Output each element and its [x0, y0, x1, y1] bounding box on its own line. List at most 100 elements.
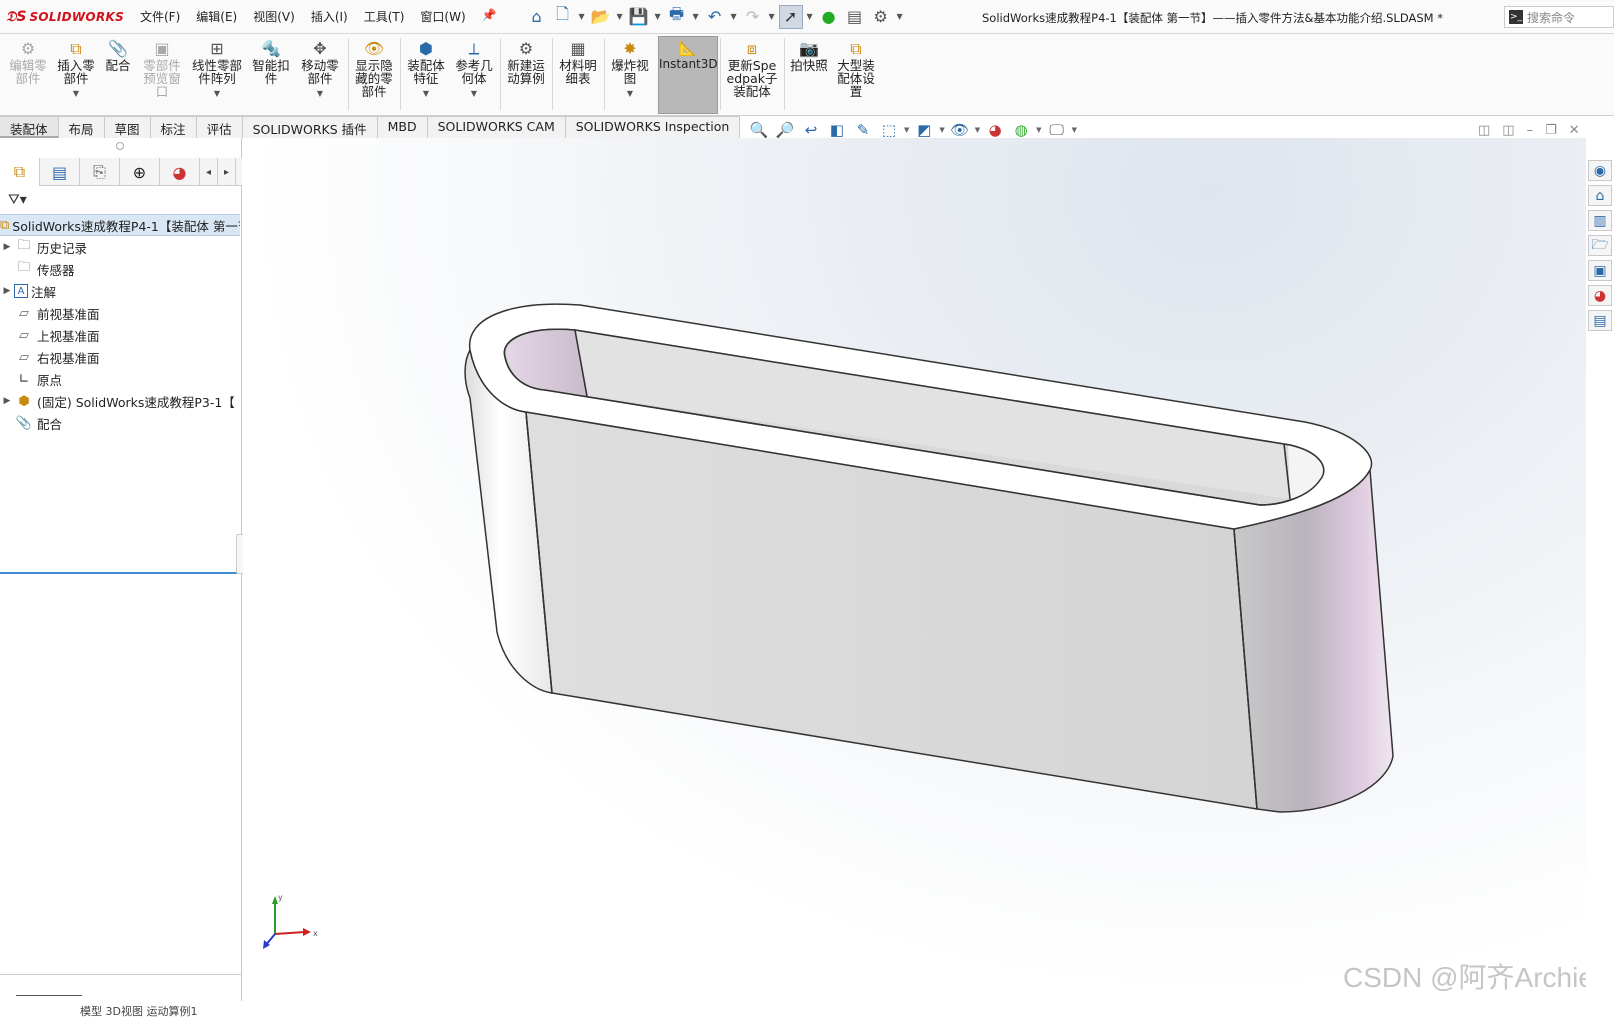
redo-dropdown[interactable]: ▼: [767, 12, 777, 21]
display-manager-tab-icon[interactable]: ◕: [160, 158, 200, 186]
select-dropdown[interactable]: ▼: [805, 12, 815, 21]
expand-arrow-icon[interactable]: ▶: [0, 242, 14, 252]
menu-tools[interactable]: 工具(T): [356, 8, 413, 25]
scene-dropdown[interactable]: ▼: [1036, 126, 1041, 134]
view-orientation-icon[interactable]: ⬚: [878, 120, 900, 140]
custom-properties-icon[interactable]: ▤: [1588, 310, 1612, 331]
save-icon[interactable]: 💾: [627, 5, 651, 29]
display-style-dropdown[interactable]: ▼: [939, 126, 944, 134]
tab-sketch[interactable]: 草图: [104, 116, 151, 138]
view-palette-icon[interactable]: ▣: [1588, 260, 1612, 281]
expand-arrow-icon[interactable]: ▶: [0, 396, 14, 406]
tab-evaluate[interactable]: 评估: [196, 116, 243, 138]
property-manager-tab-icon[interactable]: ▤: [40, 158, 80, 186]
linear-pattern-button[interactable]: ⊞ 线性零部件阵列 ▼: [190, 38, 244, 100]
redo-icon[interactable]: ↷: [741, 5, 765, 29]
component-preview-button[interactable]: ▣ 零部件预览窗口: [140, 38, 184, 98]
linear-pattern-dropdown[interactable]: ▼: [190, 87, 244, 100]
mate-button[interactable]: 📎 配合: [102, 38, 134, 72]
large-assembly-settings-button[interactable]: ⧉ 大型装配体设置: [834, 38, 878, 98]
print-icon[interactable]: 🖶: [665, 4, 689, 29]
view-settings-monitor-icon[interactable]: 🖵: [1046, 120, 1068, 140]
tree-item-front-plane[interactable]: ▱ 前视基准面: [0, 302, 240, 324]
rebuild-traffic-light-icon[interactable]: ●: [817, 5, 841, 29]
tree-item-top-plane[interactable]: ▱ 上视基准面: [0, 324, 240, 346]
hide-show-items-icon[interactable]: 👁: [949, 120, 971, 140]
hide-show-dropdown[interactable]: ▼: [975, 126, 980, 134]
undo-dropdown[interactable]: ▼: [729, 12, 739, 21]
instant3d-button[interactable]: 📐 Instant3D: [658, 36, 718, 114]
close-icon[interactable]: ✕: [1569, 123, 1580, 138]
edit-component-button[interactable]: ⚙ 编辑零部件: [6, 38, 50, 85]
tab-mbd[interactable]: MBD: [377, 116, 428, 138]
tree-item-annotations[interactable]: ▶ A 注解: [0, 280, 240, 302]
move-component-dropdown[interactable]: ▼: [298, 87, 342, 100]
configuration-manager-tab-icon[interactable]: ⎘: [80, 158, 120, 186]
menu-view[interactable]: 视图(V): [245, 8, 303, 25]
feature-manager-tab-icon[interactable]: ⧉: [0, 158, 40, 186]
menu-window[interactable]: 窗口(W): [412, 8, 473, 25]
new-document-icon[interactable]: 🗋: [551, 4, 575, 29]
select-cursor-icon[interactable]: ➚: [778, 4, 803, 29]
dimxpert-manager-tab-icon[interactable]: ⊕: [120, 158, 160, 186]
tree-root-assembly[interactable]: ⧉ SolidWorks速成教程P4-1【装配体 第一节】: [0, 214, 240, 236]
tree-item-right-plane[interactable]: ▱ 右视基准面: [0, 346, 240, 368]
home-icon[interactable]: ⌂: [525, 5, 549, 29]
tab-layout[interactable]: 布局: [58, 116, 105, 138]
file-explorer-icon[interactable]: 🗁: [1588, 235, 1612, 256]
tabs-scroll-right-icon[interactable]: ▸: [218, 158, 236, 186]
tab-assembly[interactable]: 装配体: [0, 116, 59, 138]
tab-markup[interactable]: 标注: [150, 116, 197, 138]
reference-geometry-button[interactable]: ⟂ 参考几何体 ▼: [452, 38, 496, 100]
graphics-area[interactable]: y x CSDN @阿齐Archie: [243, 138, 1586, 1001]
update-speedpak-button[interactable]: ⧈ 更新Speedpak子装配体: [724, 38, 780, 98]
edit-appearance-icon[interactable]: ◕: [984, 120, 1006, 140]
solidworks-resources-icon[interactable]: ◉: [1588, 160, 1612, 181]
tree-rollback-bar[interactable]: [0, 572, 240, 574]
expand-arrow-icon[interactable]: ▶: [0, 286, 14, 296]
appearances-icon[interactable]: ◕: [1588, 285, 1612, 306]
collapse-left-icon[interactable]: ◫: [1478, 123, 1490, 138]
bottom-tabs-label[interactable]: 模型 3D视图 运动算例1: [80, 1003, 197, 1019]
search-commands-input[interactable]: >_ 搜索命令: [1504, 6, 1614, 28]
open-folder-icon[interactable]: 📂: [589, 5, 613, 29]
tab-addins[interactable]: SOLIDWORKS 插件: [242, 116, 378, 138]
tree-item-history[interactable]: ▶ 🗀 历史记录: [0, 236, 240, 258]
previous-view-icon[interactable]: ↩: [800, 120, 822, 140]
collapse-right-icon[interactable]: ◫: [1502, 123, 1514, 138]
pin-icon[interactable]: 📌: [474, 8, 505, 25]
menu-insert[interactable]: 插入(I): [303, 8, 356, 25]
tree-item-component[interactable]: ▶ ⬢ (固定) SolidWorks速成教程P3-1【: [0, 390, 240, 412]
show-hidden-components-button[interactable]: 👁 显示隐藏的零部件: [352, 38, 396, 98]
section-view-icon[interactable]: ◧: [826, 120, 848, 140]
assembly-features-dropdown[interactable]: ▼: [404, 87, 448, 100]
exploded-view-button[interactable]: ✸ 爆炸视图 ▼: [608, 38, 652, 100]
tab-inspection[interactable]: SOLIDWORKS Inspection: [565, 116, 741, 138]
view-orientation-dropdown[interactable]: ▼: [904, 126, 909, 134]
minimize-icon[interactable]: –: [1527, 123, 1534, 138]
insert-component-dropdown[interactable]: ▼: [54, 87, 98, 100]
options-gear-icon[interactable]: ⚙: [869, 5, 893, 29]
menu-file[interactable]: 文件(F): [132, 8, 188, 25]
tabs-scroll-left-icon[interactable]: ◂: [200, 158, 218, 186]
dynamic-annotation-icon[interactable]: ✎: [852, 120, 874, 140]
tab-cam[interactable]: SOLIDWORKS CAM: [427, 116, 566, 138]
tree-item-mates[interactable]: 📎 配合: [0, 412, 240, 434]
tree-item-origin[interactable]: ∟ 原点: [0, 368, 240, 390]
new-dropdown[interactable]: ▼: [577, 12, 587, 21]
reference-geometry-dropdown[interactable]: ▼: [452, 87, 496, 100]
exploded-view-dropdown[interactable]: ▼: [608, 87, 652, 100]
tree-item-sensors[interactable]: 🗀 传感器: [0, 258, 240, 280]
assembly-features-button[interactable]: ⬢ 装配体特征 ▼: [404, 38, 448, 100]
file-properties-icon[interactable]: ▤: [843, 5, 867, 29]
3d-model-obround-ring[interactable]: [243, 138, 1586, 1001]
bill-of-materials-button[interactable]: ▦ 材料明细表: [556, 38, 600, 85]
print-dropdown[interactable]: ▼: [691, 12, 701, 21]
move-component-button[interactable]: ✥ 移动零部件 ▼: [298, 38, 342, 100]
undo-icon[interactable]: ↶: [703, 5, 727, 29]
home-icon[interactable]: ⌂: [1588, 185, 1612, 206]
apply-scene-icon[interactable]: ◍: [1010, 120, 1032, 140]
open-dropdown[interactable]: ▼: [615, 12, 625, 21]
zoom-to-fit-icon[interactable]: 🔍: [748, 120, 770, 140]
design-library-icon[interactable]: ▥: [1588, 210, 1612, 231]
